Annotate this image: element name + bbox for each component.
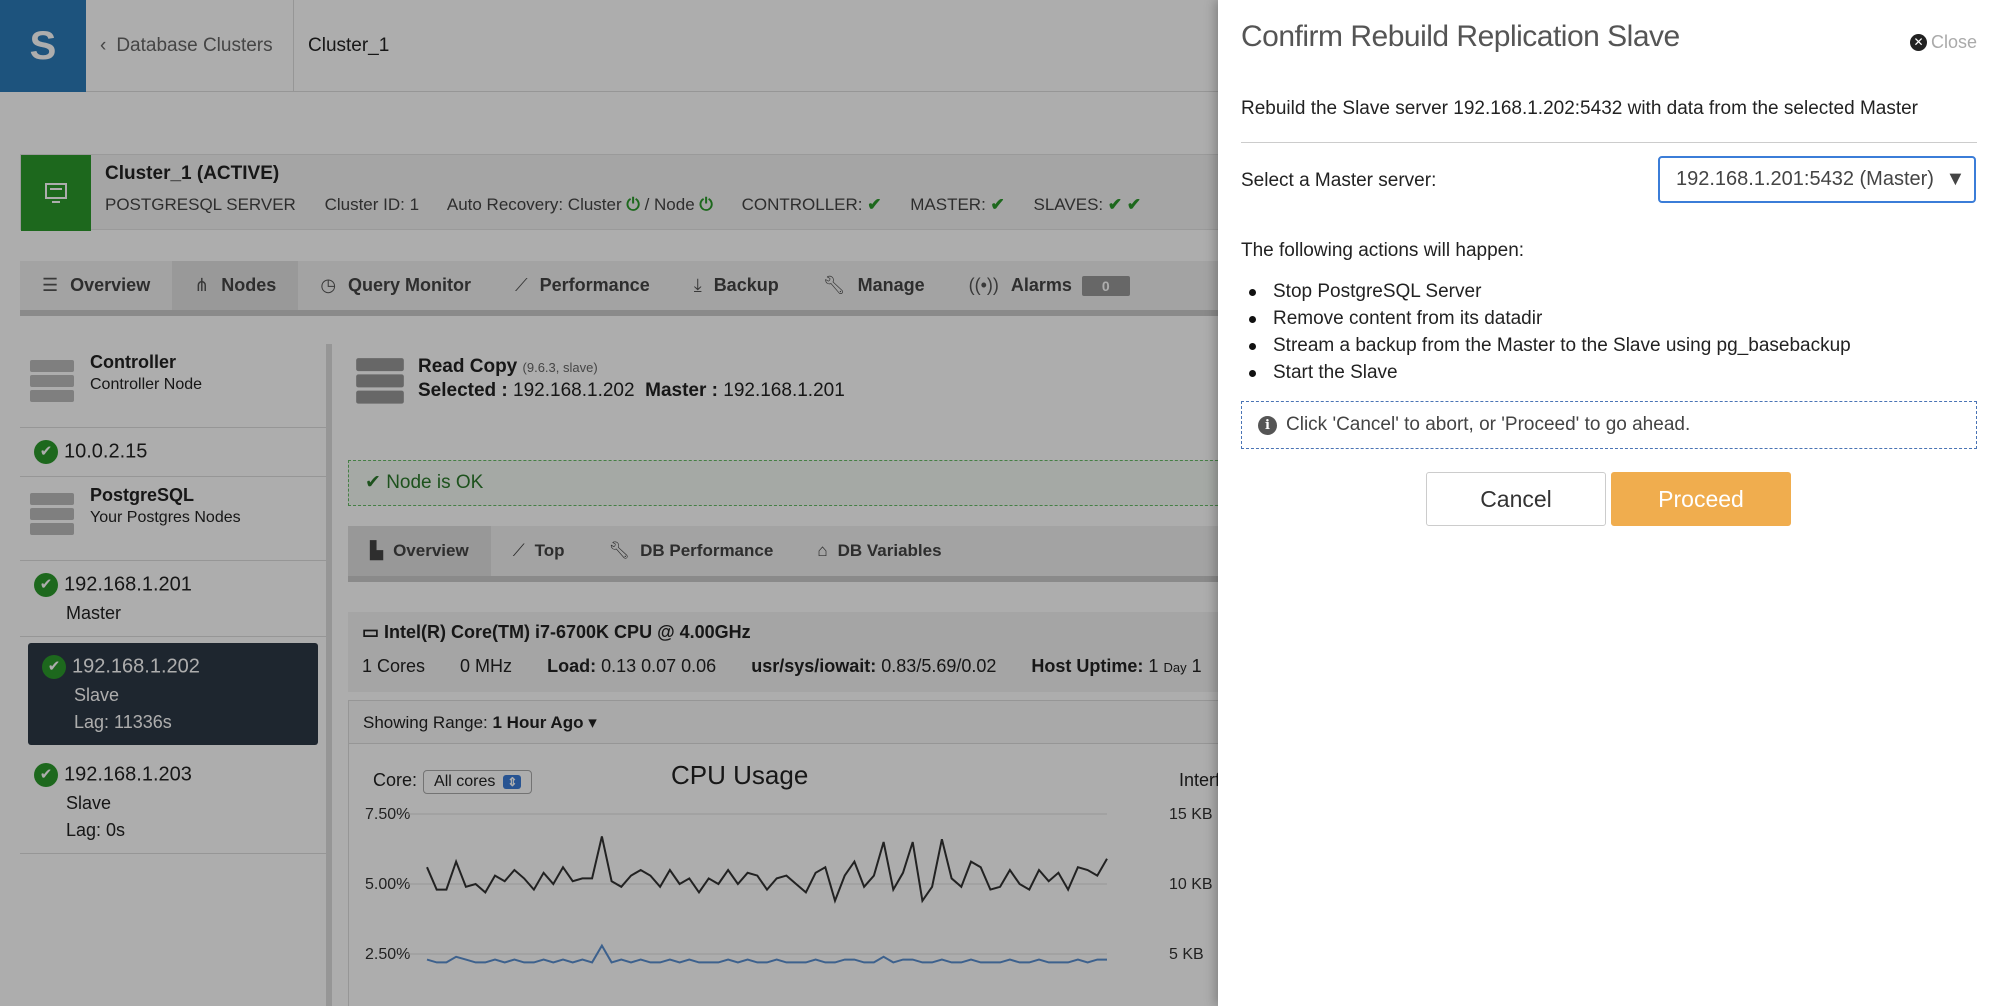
close-icon: ✕ — [1909, 34, 1927, 51]
list-item: Remove content from its datadir — [1241, 305, 1851, 332]
dialog-title: Confirm Rebuild Replication Slave — [1241, 20, 1680, 53]
master-server-select[interactable]: 192.168.1.201:5432 (Master) ▼ — [1658, 156, 1976, 203]
dialog-description: Rebuild the Slave server 192.168.1.202:5… — [1241, 98, 1977, 143]
list-item: Stream a backup from the Master to the S… — [1241, 332, 1851, 359]
list-item: Start the Slave — [1241, 359, 1851, 386]
proceed-button[interactable]: Proceed — [1611, 472, 1791, 526]
cancel-button[interactable]: Cancel — [1426, 472, 1606, 526]
info-message: i Click 'Cancel' to abort, or 'Proceed' t… — [1241, 401, 1977, 449]
rebuild-slave-dialog: Confirm Rebuild Replication Slave ✕ Close… — [1218, 0, 1999, 1006]
modal-backdrop[interactable] — [0, 0, 1218, 1006]
list-item: Stop PostgreSQL Server — [1241, 278, 1851, 305]
dropdown-triangle-icon: ▼ — [1945, 168, 1966, 190]
master-select-label: Select a Master server: — [1241, 170, 1437, 191]
close-button[interactable]: ✕ Close — [1909, 32, 1977, 53]
actions-heading: The following actions will happen: — [1241, 240, 1525, 261]
info-icon: i — [1258, 415, 1277, 435]
actions-list: Stop PostgreSQL Server Remove content fr… — [1241, 278, 1851, 386]
